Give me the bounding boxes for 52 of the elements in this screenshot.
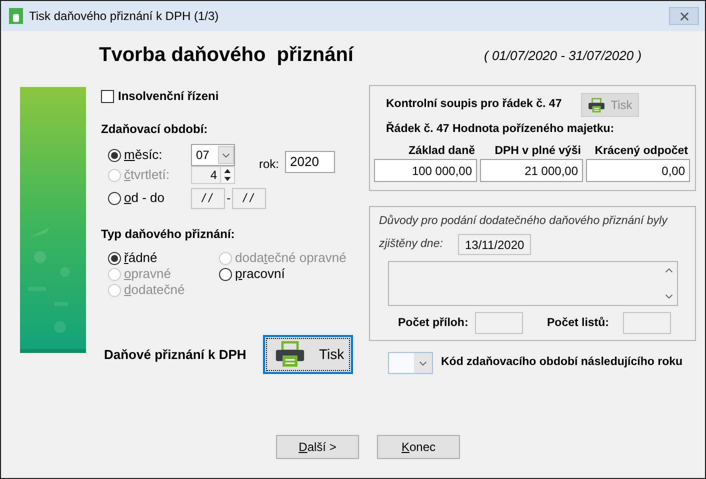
window-title: Tisk daňového přiznání k DPH (1/3) <box>29 8 219 25</box>
radio-button[interactable] <box>108 148 121 162</box>
date-field[interactable]: / / <box>232 188 266 208</box>
close-icon <box>680 12 688 20</box>
radio-button[interactable] <box>219 268 232 280</box>
radio-button[interactable] <box>108 192 121 204</box>
print-button[interactable]: Tisk <box>263 335 353 374</box>
radio-label[interactable]: od - do <box>124 188 164 208</box>
print-label: Daňové přiznání k DPH <box>103 346 248 364</box>
period-code-dropdown[interactable] <box>388 352 433 374</box>
radio-button[interactable] <box>108 252 121 264</box>
text-area[interactable] <box>388 261 678 306</box>
field-label: Počet listů: <box>547 316 610 331</box>
input-field[interactable]: 21 000,00 <box>480 159 583 182</box>
range-separator: - <box>226 190 232 207</box>
input-field[interactable]: 0,00 <box>586 159 690 182</box>
checkbox-label[interactable]: Insolvenční řízeni <box>118 87 219 105</box>
dialog-button[interactable]: Další > <box>276 435 359 459</box>
column-header: Krácený odpočet <box>594 144 689 160</box>
chevron-down-icon <box>419 360 427 366</box>
count-field[interactable] <box>623 312 671 334</box>
chevron-down-icon <box>222 152 230 158</box>
field-label: rok: <box>259 156 280 173</box>
field-label: Počet příloh: <box>398 316 470 331</box>
year-field[interactable]: 2020 <box>285 151 335 173</box>
column-header: DPH v plné výši <box>494 144 582 160</box>
month-dropdown[interactable]: 07 <box>191 144 235 166</box>
row-label: Řádek č. 47 Hodnota pořízeného majetku: <box>385 121 616 137</box>
date-field[interactable]: / / <box>191 188 226 208</box>
dialog-button[interactable]: Konec <box>377 435 460 459</box>
date-range: ( 01/07/2020 - 31/07/2020 ) <box>484 47 642 65</box>
count-field[interactable] <box>475 312 523 334</box>
field-label: zjištěny dne: <box>378 237 444 252</box>
reasons-label: Důvody pro podání dodatečného daňového přiznání byly <box>378 214 669 229</box>
section-label: Zdaňovací období: <box>101 121 209 136</box>
arrow-up-icon[interactable] <box>224 169 231 173</box>
close-button[interactable] <box>669 7 699 25</box>
printer-icon <box>588 98 605 112</box>
field-label: Kód zdaňovacího období následujícího roku <box>441 355 683 370</box>
radio-label[interactable]: měsíc: <box>124 145 162 165</box>
chevron-up-icon <box>665 268 673 274</box>
app-icon <box>9 8 23 24</box>
checkbox[interactable] <box>101 90 114 102</box>
input-field[interactable]: 100 000,00 <box>374 159 477 182</box>
column-header: Základ daně <box>408 144 476 160</box>
page-heading: Tvorba daňového přiznání <box>99 43 355 68</box>
section-label: Typ daňového přiznání: <box>101 226 236 241</box>
chevron-down-icon <box>665 294 673 300</box>
arrow-down-icon[interactable] <box>224 177 231 181</box>
date-field[interactable]: 13/11/2020 <box>458 234 531 256</box>
printer-icon <box>275 341 305 368</box>
group-title: Kontrolní soupis pro řádek č. 47 <box>386 97 563 112</box>
